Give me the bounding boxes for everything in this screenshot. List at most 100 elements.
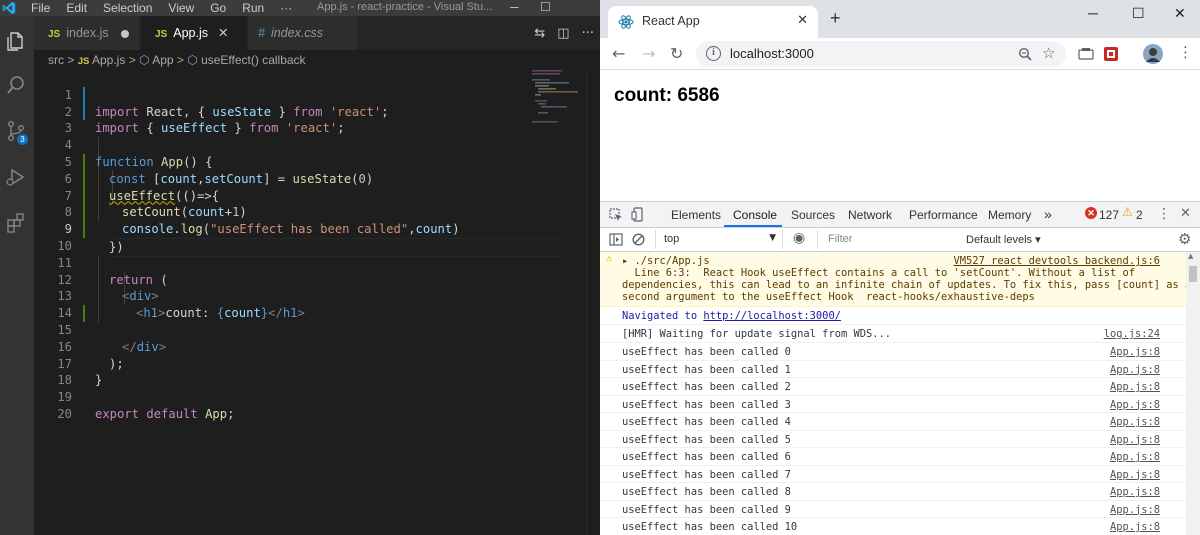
search-icon[interactable] (5, 74, 27, 96)
error-count[interactable]: 127 (1099, 208, 1119, 222)
close-tab-icon[interactable]: ✕ (218, 26, 228, 40)
unsaved-dot-icon[interactable] (120, 29, 129, 38)
new-tab-icon[interactable]: + (830, 8, 841, 29)
console-settings-gear-icon[interactable]: ⚙ (1178, 230, 1191, 248)
log-source-link[interactable]: App.js:8 (1110, 399, 1160, 411)
warning-source-link[interactable]: VM527 react devtools backend.js:6 (954, 255, 1160, 267)
code-line-1: 1 import React, { useState } from 'react… (34, 70, 600, 119)
token: default (146, 406, 198, 421)
vscode-titlebar: File Edit Selection View Go Run ··· App.… (0, 0, 600, 16)
tab-app-js[interactable]: JS App.js ✕ (141, 16, 247, 50)
devtools-tab-elements[interactable]: Elements (671, 208, 721, 222)
minimize-icon[interactable]: ─ (1088, 5, 1098, 21)
close-window-icon[interactable]: ✕ (1174, 5, 1186, 22)
inspect-element-icon[interactable] (609, 208, 623, 222)
code-line-7: 7 setCount(count+1) (34, 171, 600, 219)
devtools-tab-sources[interactable]: Sources (791, 208, 835, 222)
breadcrumb-callback[interactable]: useEffect() callback (201, 53, 306, 67)
scrollbar-thumb[interactable] (1189, 266, 1197, 282)
maximize-icon[interactable]: ☐ (1132, 5, 1145, 22)
close-devtools-icon[interactable]: ✕ (1180, 206, 1191, 221)
back-arrow-icon[interactable]: ← (612, 44, 625, 63)
zoom-icon[interactable] (1018, 47, 1032, 61)
browser-toolbar: ← → ↻ i localhost:3000 ☆ ⋮ (600, 38, 1200, 70)
minimap[interactable] (532, 70, 582, 130)
menu-view[interactable]: View (168, 1, 194, 15)
tab-index-css[interactable]: # index.css (248, 16, 358, 50)
run-debug-icon[interactable] (5, 166, 27, 188)
log-source-link[interactable]: App.js:8 (1110, 364, 1160, 376)
hmr-source-link[interactable]: log.js:24 (1104, 328, 1160, 340)
console-scrollbar[interactable]: ▲ (1186, 252, 1200, 535)
show-sidebar-icon[interactable] (609, 233, 623, 246)
editor-scrollbar[interactable] (586, 70, 600, 535)
console-warning-message[interactable]: ⚠ ▸ ./src/App.js VM527 react devtools ba… (600, 252, 1186, 307)
scroll-up-icon[interactable]: ▲ (1188, 252, 1193, 260)
log-source-link[interactable]: App.js:8 (1110, 486, 1160, 498)
log-source-link[interactable]: App.js:8 (1110, 381, 1160, 393)
react-logo-icon (618, 15, 634, 29)
more-tabs-icon[interactable]: » (1044, 206, 1052, 222)
live-expression-eye-icon[interactable]: ◉ (793, 230, 805, 246)
compare-changes-icon[interactable]: ⇆ (534, 26, 545, 41)
url-text[interactable]: localhost:3000 (730, 46, 814, 61)
warning-body-line: dependencies, this can lead to an infini… (622, 279, 1186, 291)
log-source-link[interactable]: App.js:8 (1110, 451, 1160, 463)
breadcrumb-src[interactable]: src (48, 53, 64, 67)
menu-run[interactable]: Run (242, 1, 264, 15)
menu-selection[interactable]: Selection (103, 1, 152, 15)
vscode-logo-icon (2, 1, 16, 15)
close-tab-icon[interactable]: ✕ (797, 13, 808, 28)
reload-icon[interactable]: ↻ (670, 44, 683, 63)
log-source-link[interactable]: App.js:8 (1110, 346, 1160, 358)
bookmark-star-icon[interactable]: ☆ (1042, 44, 1055, 62)
device-toolbar-icon[interactable] (631, 207, 645, 222)
tab-label: index.js (66, 26, 109, 40)
extension-red-icon[interactable] (1103, 46, 1119, 62)
minimize-icon[interactable]: ─ (510, 0, 519, 14)
menu-edit[interactable]: Edit (66, 1, 87, 15)
log-source-link[interactable]: App.js:8 (1110, 469, 1160, 481)
context-selector[interactable]: top ▼ (655, 230, 783, 249)
warning-count[interactable]: 2 (1136, 208, 1143, 222)
avatar[interactable] (1143, 44, 1163, 64)
split-editor-icon[interactable]: ◫ (557, 26, 569, 41)
console-filter-input[interactable]: Filter (817, 230, 953, 249)
extensions-icon[interactable] (5, 212, 27, 234)
breadcrumb-file[interactable]: App.js (92, 53, 125, 67)
forward-arrow-icon[interactable]: → (642, 44, 655, 63)
tab-index-js[interactable]: JS index.js (34, 16, 140, 50)
vscode-window: File Edit Selection View Go Run ··· App.… (0, 0, 600, 535)
more-actions-icon[interactable]: ··· (582, 26, 594, 41)
clear-console-icon[interactable] (632, 233, 645, 246)
log-source-link[interactable]: App.js:8 (1110, 416, 1160, 428)
maximize-icon[interactable]: ☐ (540, 0, 551, 14)
devtools-menu-icon[interactable]: ⋮ (1157, 206, 1171, 222)
log-source-link[interactable]: App.js:8 (1110, 521, 1160, 533)
console-output[interactable]: ⚠ ▸ ./src/App.js VM527 react devtools ba… (600, 252, 1186, 535)
devtools-panel: Elements Console Sources Network Perform… (600, 201, 1200, 535)
menu-go[interactable]: Go (210, 1, 226, 15)
active-tab-indicator (724, 225, 782, 227)
code-editor[interactable]: 1 import React, { useState } from 'react… (34, 70, 600, 535)
devtools-tab-memory[interactable]: Memory (988, 208, 1031, 222)
browser-tab-react-app[interactable]: React App ✕ (608, 6, 818, 38)
devtools-tab-console[interactable]: Console (733, 208, 777, 222)
devtools-tab-performance[interactable]: Performance (909, 208, 978, 222)
breadcrumb-app[interactable]: App (152, 53, 173, 67)
site-info-icon[interactable]: i (706, 46, 721, 61)
log-source-link[interactable]: App.js:8 (1110, 504, 1160, 516)
navigated-url-link[interactable]: http://localhost:3000/ (703, 310, 841, 322)
log-levels-dropdown[interactable]: Default levels ▾ (966, 233, 1041, 246)
address-bar[interactable]: i localhost:3000 ☆ (696, 41, 1066, 67)
code-line-16: 16 ); (34, 322, 600, 371)
menu-file[interactable]: File (31, 1, 50, 15)
menu-more[interactable]: ··· (280, 1, 292, 15)
more-vertical-icon[interactable]: ⋮ (1178, 43, 1193, 61)
log-source-link[interactable]: App.js:8 (1110, 434, 1160, 446)
devtools-tab-network[interactable]: Network (848, 208, 892, 222)
extension-icon[interactable] (1078, 47, 1094, 61)
explorer-icon[interactable] (5, 30, 27, 52)
warning-title[interactable]: ▸ ./src/App.js (622, 255, 710, 267)
console-log-row: useEffect has been called 9 App.js:8 (600, 501, 1186, 518)
